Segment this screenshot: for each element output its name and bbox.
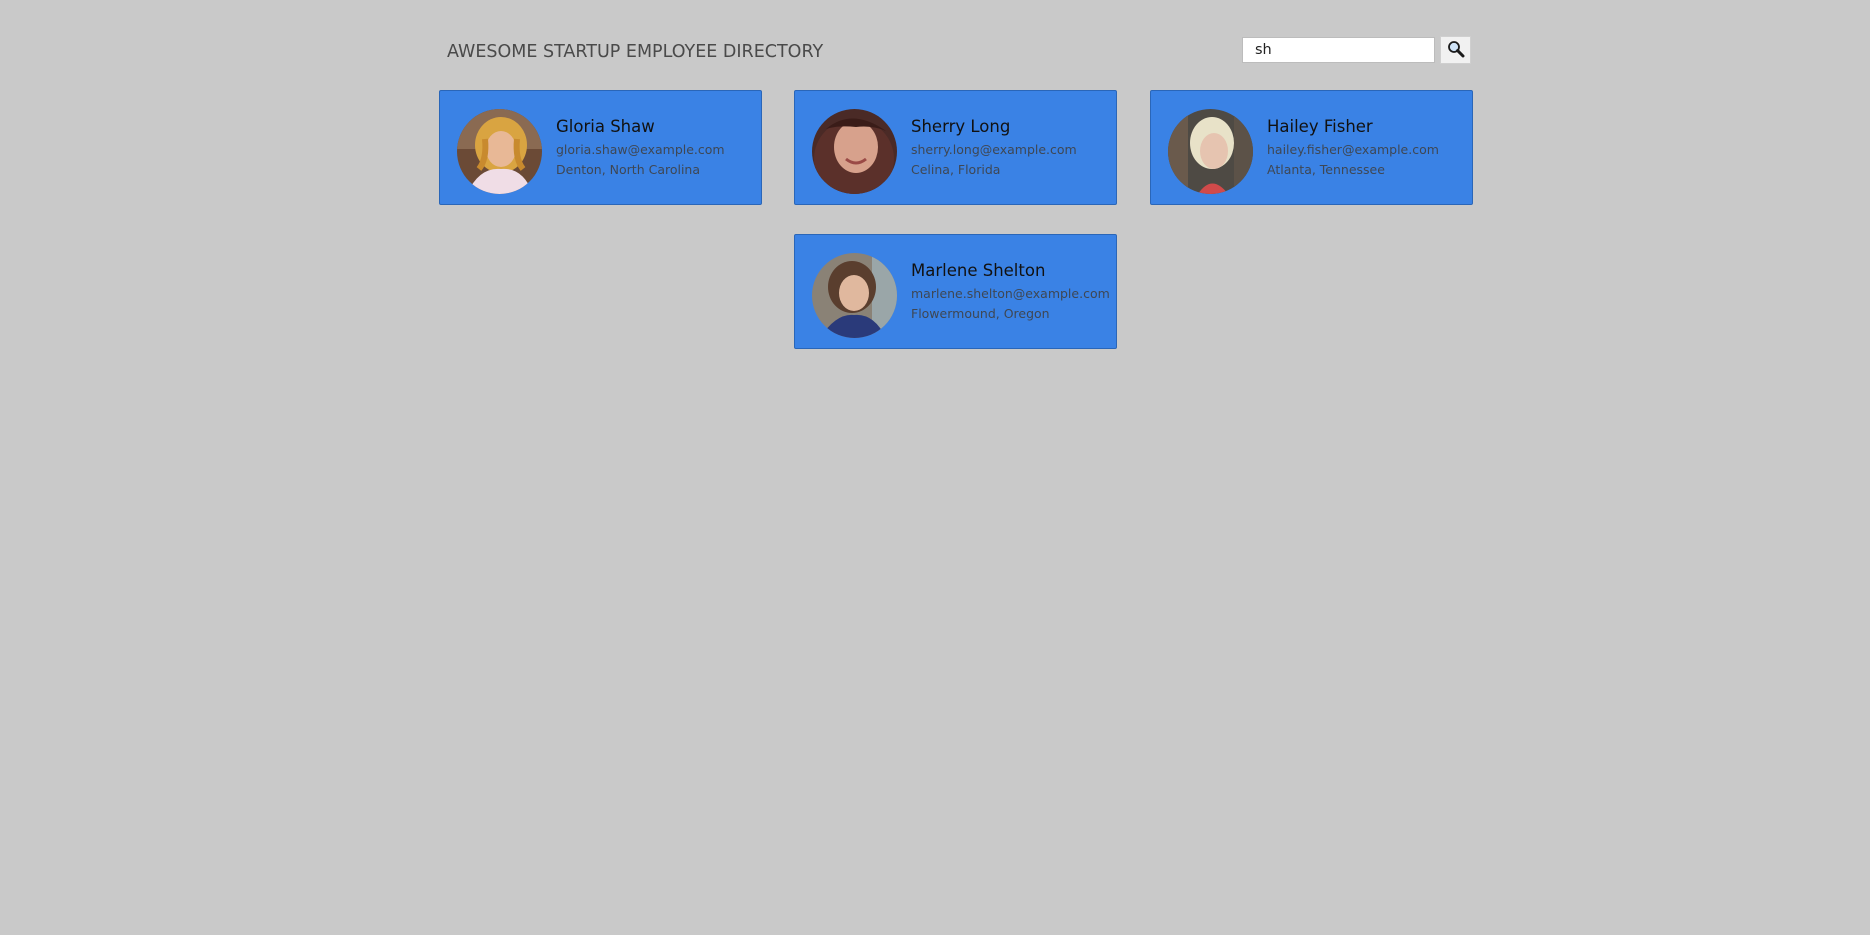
employee-card[interactable]: Sherry Long sherry.long@example.com Celi… bbox=[794, 90, 1117, 205]
employee-name: Gloria Shaw bbox=[556, 117, 655, 136]
search-input[interactable] bbox=[1242, 37, 1435, 63]
employee-avatar bbox=[457, 109, 542, 194]
employee-location: Celina, Florida bbox=[911, 162, 1001, 177]
search-button[interactable] bbox=[1440, 36, 1471, 64]
employee-email: hailey.fisher@example.com bbox=[1267, 142, 1439, 157]
employee-avatar bbox=[1168, 109, 1253, 194]
employee-card[interactable]: Hailey Fisher hailey.fisher@example.com … bbox=[1150, 90, 1473, 205]
page-title: AWESOME STARTUP EMPLOYEE DIRECTORY bbox=[447, 42, 824, 62]
employee-email: marlene.shelton@example.com bbox=[911, 286, 1110, 301]
employee-avatar bbox=[812, 253, 897, 338]
search-form bbox=[1242, 36, 1471, 64]
employee-email: gloria.shaw@example.com bbox=[556, 142, 725, 157]
search-icon bbox=[1447, 40, 1465, 61]
employee-card[interactable]: Marlene Shelton marlene.shelton@example.… bbox=[794, 234, 1117, 349]
employee-name: Sherry Long bbox=[911, 117, 1011, 136]
employee-location: Denton, North Carolina bbox=[556, 162, 701, 177]
employee-card[interactable]: Gloria Shaw gloria.shaw@example.com Dent… bbox=[439, 90, 762, 205]
employee-location: Flowermound, Oregon bbox=[911, 306, 1050, 321]
employee-location: Atlanta, Tennessee bbox=[1267, 162, 1385, 177]
employee-name: Hailey Fisher bbox=[1267, 117, 1373, 136]
employee-avatar bbox=[812, 109, 897, 194]
employee-name: Marlene Shelton bbox=[911, 261, 1046, 280]
employee-email: sherry.long@example.com bbox=[911, 142, 1077, 157]
